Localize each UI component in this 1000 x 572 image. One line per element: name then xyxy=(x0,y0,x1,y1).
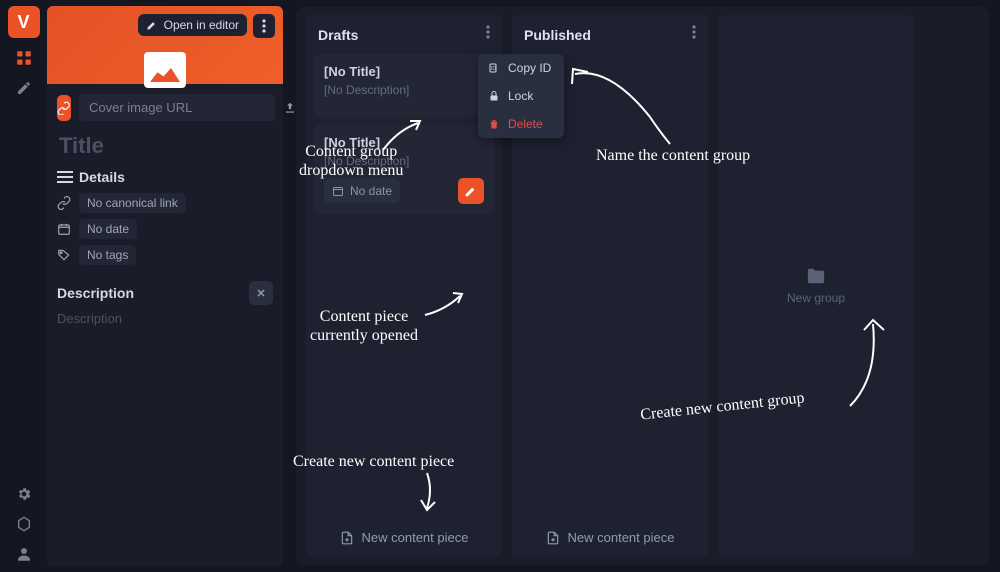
open-in-editor-label: Open in editor xyxy=(164,18,239,32)
delete-item[interactable]: Delete xyxy=(478,110,564,138)
app-logo[interactable]: V xyxy=(8,6,40,38)
card-date-chip[interactable]: No date xyxy=(324,179,400,203)
user-icon[interactable] xyxy=(14,544,34,564)
details-header: Details xyxy=(57,169,273,185)
column-title[interactable]: Published xyxy=(524,27,591,43)
column-drafts: Drafts [No Title] [No Description] ID Co… xyxy=(306,15,502,557)
edit-card-button[interactable] xyxy=(458,178,484,204)
close-icon[interactable] xyxy=(249,281,273,305)
copy-id-item[interactable]: ID Copy ID xyxy=(478,54,564,82)
dashboard-icon[interactable] xyxy=(14,48,34,68)
new-group-label: New group xyxy=(787,291,845,305)
canonical-chip: No canonical link xyxy=(79,193,186,213)
date-row[interactable]: No date xyxy=(57,219,273,239)
description-header: Description xyxy=(57,285,134,301)
description-placeholder[interactable]: Description xyxy=(57,311,273,326)
new-content-piece-button[interactable]: New content piece xyxy=(306,518,502,557)
title-placeholder[interactable]: Title xyxy=(57,133,273,159)
app-sidebar: V xyxy=(0,0,47,572)
gear-icon[interactable] xyxy=(14,484,34,504)
content-card[interactable]: [No Title] [No Description] No date xyxy=(314,125,494,214)
card-description: [No Description] xyxy=(324,83,484,97)
column-title[interactable]: Drafts xyxy=(318,27,358,43)
folder-plus-icon xyxy=(805,267,827,285)
cover-url-input[interactable] xyxy=(79,94,275,121)
upload-icon[interactable] xyxy=(283,101,297,115)
svg-text:ID: ID xyxy=(491,66,496,72)
details-panel: Open in editor Title Details No canonica… xyxy=(47,6,283,566)
lock-item[interactable]: Lock xyxy=(478,82,564,110)
card-dropdown: ID Copy ID Lock Delete xyxy=(478,54,564,138)
column-menu-button[interactable] xyxy=(692,25,696,44)
canonical-row[interactable]: No canonical link xyxy=(57,193,273,213)
date-chip: No date xyxy=(79,219,137,239)
tags-chip: No tags xyxy=(79,245,136,265)
pencil-icon[interactable] xyxy=(14,78,34,98)
content-card[interactable]: [No Title] [No Description] ID Copy ID L… xyxy=(314,54,494,117)
kanban-board: Drafts [No Title] [No Description] ID Co… xyxy=(296,7,989,565)
cover-hero: Open in editor xyxy=(47,6,283,84)
card-title: [No Title] xyxy=(324,135,484,150)
open-in-editor-button[interactable]: Open in editor xyxy=(138,14,247,36)
card-description: [No Description] xyxy=(324,154,484,168)
new-content-piece-button[interactable]: New content piece xyxy=(512,518,708,557)
tags-row[interactable]: No tags xyxy=(57,245,273,265)
new-group-column[interactable]: New group xyxy=(718,15,914,557)
column-menu-button[interactable] xyxy=(486,25,490,44)
hero-menu-button[interactable] xyxy=(253,14,275,38)
hexagon-icon[interactable] xyxy=(14,514,34,534)
image-placeholder-icon xyxy=(144,52,186,88)
card-title: [No Title] xyxy=(324,64,484,79)
link-icon xyxy=(57,95,71,121)
